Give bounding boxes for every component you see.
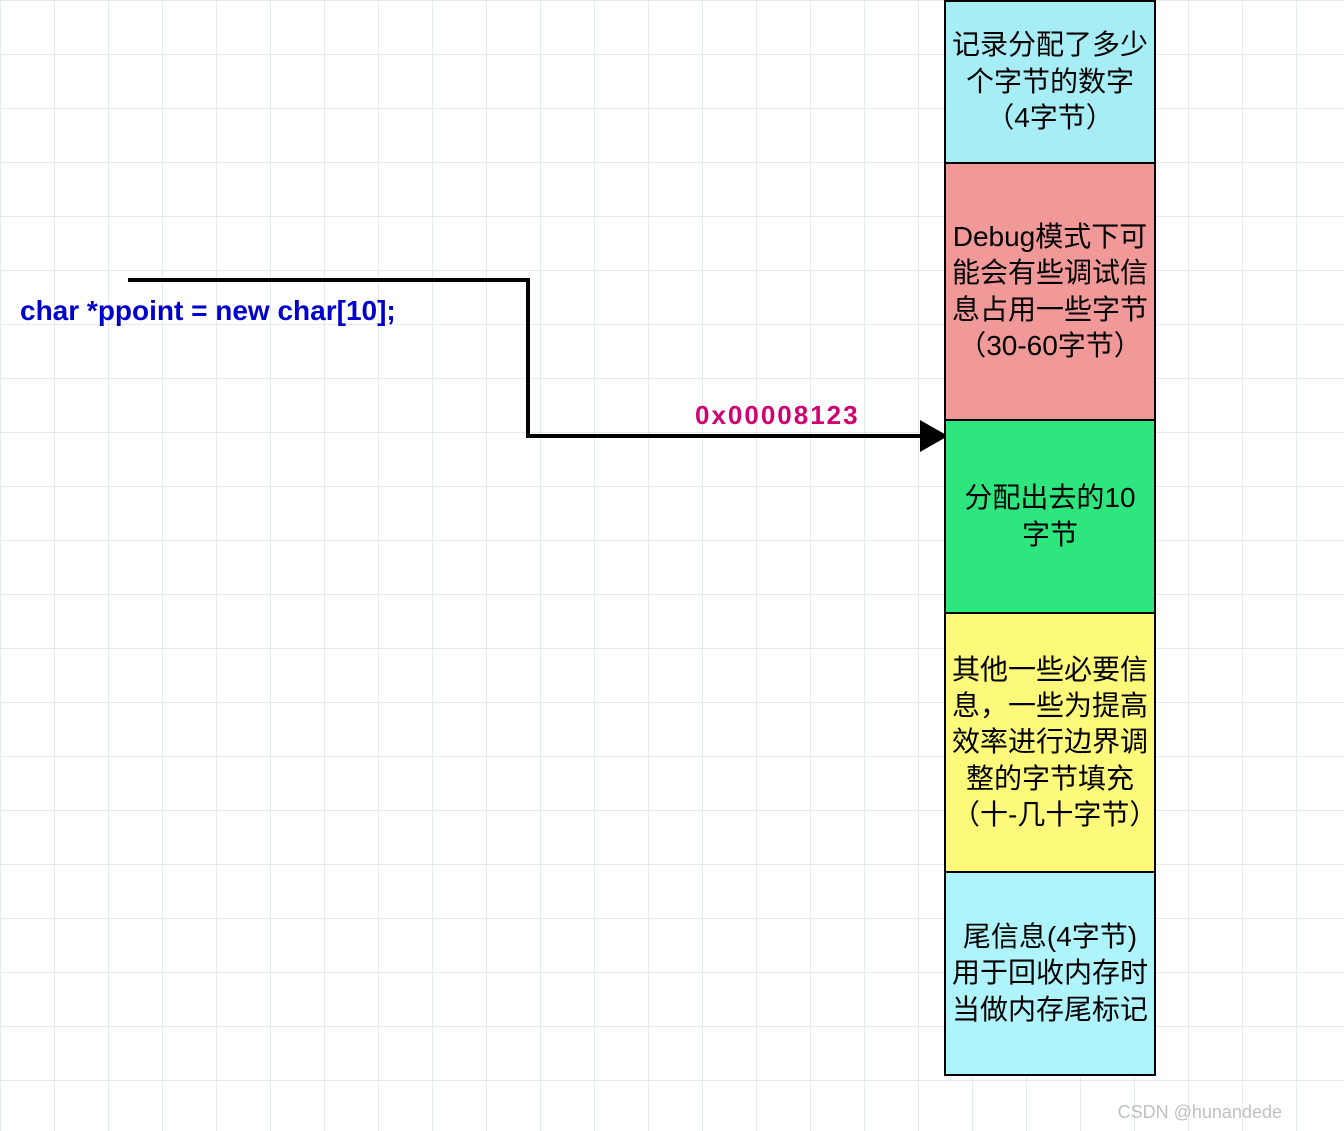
memory-block-header: 记录分配了多少个字节的数字（4字节） [944,0,1156,164]
memory-block-allocated: 分配出去的10字节 [944,419,1156,614]
memory-block-debug: Debug模式下可能会有些调试信息占用一些字节（30-60字节） [944,162,1156,421]
arrow-segment [526,434,926,438]
memory-block-tail: 尾信息(4字节)用于回收内存时当做内存尾标记 [944,871,1156,1076]
arrow-segment [128,278,530,282]
code-expression: char *ppoint = new char[10]; [20,295,396,327]
diagram-canvas: char *ppoint = new char[10]; 0x00008123 … [0,0,1344,1131]
memory-address-label: 0x00008123 [695,400,860,431]
watermark-text: CSDN @hunandede [1118,1102,1282,1123]
arrow-segment [526,278,530,438]
memory-block-padding: 其他一些必要信息，一些为提高效率进行边界调整的字节填充（十-几十字节） [944,612,1156,873]
